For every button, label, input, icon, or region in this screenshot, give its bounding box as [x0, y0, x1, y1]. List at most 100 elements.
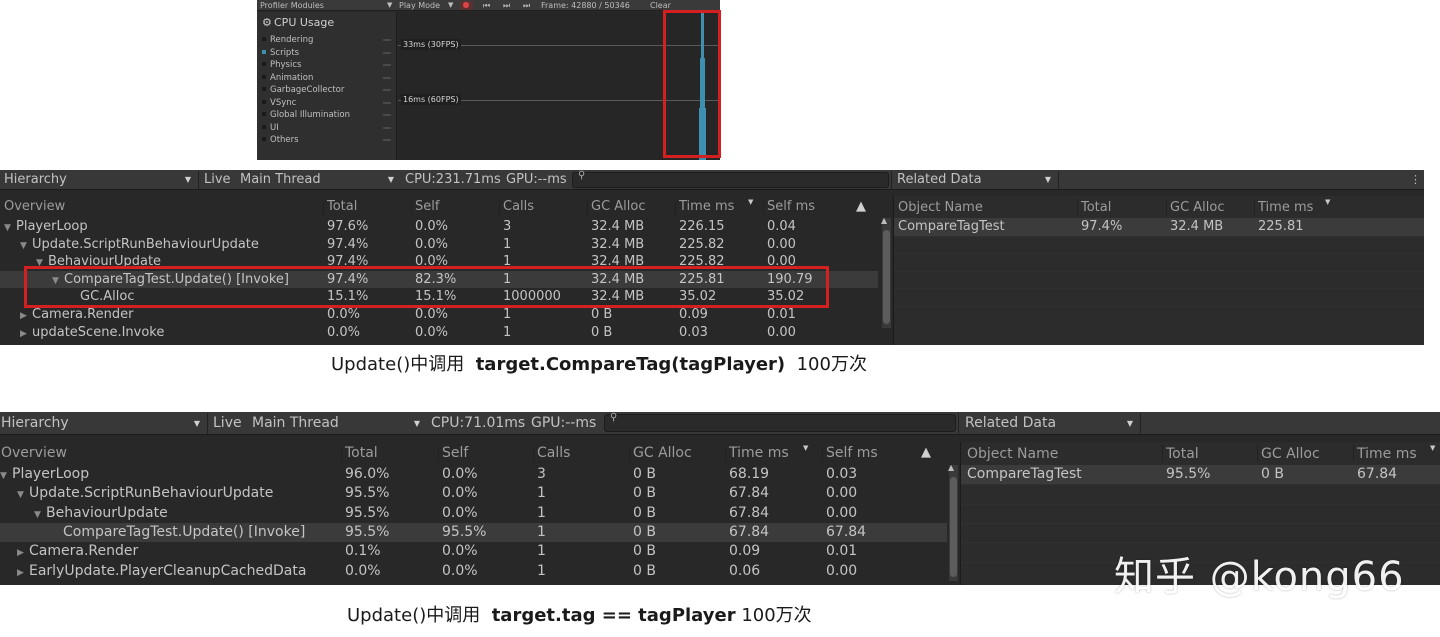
warning-icon[interactable]: ▲: [921, 442, 931, 464]
profiler-modules-dropdown[interactable]: Profiler Modules: [260, 0, 324, 11]
drag-handle-icon[interactable]: [383, 114, 391, 116]
vertical-scrollbar[interactable]: [882, 218, 891, 328]
related-column-header[interactable]: GC Alloc: [1261, 443, 1320, 465]
related-column-header[interactable]: Time ms: [1258, 197, 1313, 219]
column-divider[interactable]: [675, 199, 676, 216]
step-back-icon[interactable]: ⏮: [483, 0, 490, 11]
column-divider[interactable]: [1254, 199, 1255, 216]
table-row[interactable]: ▶ Camera.Render 0.0% 0.0% 1 0 B 0.09 0.01: [0, 306, 878, 324]
column-header[interactable]: Self: [442, 442, 468, 464]
column-divider[interactable]: [341, 445, 342, 462]
column-header[interactable]: GC Alloc: [633, 442, 692, 464]
vertical-scrollbar[interactable]: [949, 465, 958, 581]
column-divider[interactable]: [438, 445, 439, 462]
column-divider[interactable]: [499, 199, 500, 216]
table-row[interactable]: ▼ PlayerLoop 97.6% 0.0% 3 32.4 MB 226.15 0.04: [0, 218, 878, 236]
related-column-header[interactable]: Time ms: [1357, 443, 1417, 465]
column-header[interactable]: Total: [345, 442, 378, 464]
column-divider[interactable]: [725, 445, 726, 462]
table-row[interactable]: ▼ PlayerLoop 96.0% 0.0% 3 0 B 68.19 0.03: [0, 465, 947, 484]
related-data-dropdown[interactable]: Related Data: [893, 170, 1057, 190]
thread-dropdown[interactable]: Main Thread: [248, 412, 426, 435]
column-divider[interactable]: [533, 445, 534, 462]
table-row[interactable]: ▼ Update.ScriptRunBehaviourUpdate 97.4% 0.0…: [0, 236, 878, 254]
scrollbar-thumb[interactable]: [883, 230, 890, 324]
column-divider[interactable]: [1162, 445, 1163, 462]
cpu-category-item[interactable]: VSync: [262, 97, 395, 109]
column-header[interactable]: GC Alloc: [591, 196, 646, 218]
column-divider[interactable]: [411, 199, 412, 216]
column-header[interactable]: Calls: [537, 442, 570, 464]
warning-icon[interactable]: ▲: [856, 196, 866, 218]
drag-handle-icon[interactable]: [383, 64, 391, 66]
related-column-header[interactable]: GC Alloc: [1170, 197, 1225, 219]
column-header[interactable]: Self ms: [826, 442, 878, 464]
record-button[interactable]: [460, 1, 473, 10]
column-header[interactable]: Calls: [503, 196, 534, 218]
column-divider[interactable]: [587, 199, 588, 216]
view-dropdown[interactable]: Hierarchy: [0, 412, 206, 435]
cpu-category-item[interactable]: Rendering: [262, 34, 395, 46]
related-data-dropdown[interactable]: Related Data: [961, 412, 1139, 435]
related-column-header[interactable]: Object Name: [967, 443, 1058, 465]
play-mode-dropdown[interactable]: Play Mode: [399, 0, 440, 11]
thread-dropdown[interactable]: Main Thread: [237, 170, 400, 190]
column-divider[interactable]: [822, 445, 823, 462]
cpu-category-item[interactable]: Physics: [262, 59, 395, 71]
live-toggle[interactable]: Live: [213, 412, 242, 435]
related-row[interactable]: CompareTagTest 95.5% 0 B 67.84: [961, 465, 1440, 485]
table-row[interactable]: ▶ Camera.Render 0.1% 0.0% 1 0 B 0.09 0.01: [0, 542, 947, 561]
table-row[interactable]: ▼ BehaviourUpdate 95.5% 0.0% 1 0 B 67.84 0.00: [0, 504, 947, 523]
collapse-arrow-icon[interactable]: ▶: [17, 564, 29, 583]
live-toggle[interactable]: Live: [204, 170, 231, 190]
table-row[interactable]: ▼ Update.ScriptRunBehaviourUpdate 95.5% 0.0…: [0, 484, 947, 503]
view-dropdown[interactable]: Hierarchy: [0, 170, 197, 190]
related-column-header[interactable]: Total: [1081, 197, 1111, 219]
cpu-category-item[interactable]: UI: [262, 122, 395, 134]
column-header[interactable]: Self: [415, 196, 439, 218]
column-divider[interactable]: [1257, 445, 1258, 462]
table-row[interactable]: ▶ EarlyUpdate.PlayerCleanupCachedData 0.0%…: [0, 562, 947, 581]
column-divider[interactable]: [763, 199, 764, 216]
column-header[interactable]: Overview: [1, 442, 67, 464]
more-options-icon[interactable]: ⋮: [1410, 170, 1421, 190]
column-divider[interactable]: [1166, 199, 1167, 216]
cpu-category-item[interactable]: Others: [262, 134, 395, 146]
cpu-category-item[interactable]: Animation: [262, 72, 395, 84]
column-divider[interactable]: [323, 199, 324, 216]
search-input[interactable]: ⚲: [572, 170, 889, 188]
drag-handle-icon[interactable]: [383, 39, 391, 41]
related-column-header[interactable]: Total: [1166, 443, 1199, 465]
last-frame-icon[interactable]: ⏭: [523, 0, 530, 11]
step-forward-icon[interactable]: ⏭: [503, 0, 510, 11]
cpu-category-item[interactable]: GarbageCollector: [262, 84, 395, 96]
related-column-header[interactable]: Object Name: [898, 197, 983, 219]
scrollbar-thumb[interactable]: [950, 477, 957, 577]
drag-handle-icon[interactable]: [383, 139, 391, 141]
column-header[interactable]: Self ms: [767, 196, 815, 218]
column-divider[interactable]: [1077, 199, 1078, 216]
drag-handle-icon[interactable]: [383, 51, 391, 54]
cpu-category-item[interactable]: Scripts: [262, 47, 395, 59]
scroll-up-icon[interactable]: ▲: [881, 216, 887, 225]
cpu-category-item[interactable]: Global Illumination: [262, 109, 395, 121]
column-header[interactable]: Time ms: [729, 442, 789, 464]
table-row[interactable]: ▶ updateScene.Invoke 0.0% 0.0% 1 0 B 0.03 0.00: [0, 324, 878, 342]
related-row[interactable]: CompareTagTest 97.4% 32.4 MB 225.81: [894, 218, 1424, 236]
drag-handle-icon[interactable]: [383, 126, 391, 129]
gpu-time-readout: GPU:--ms: [531, 415, 597, 431]
search-input[interactable]: ⚲: [604, 412, 956, 432]
cell-calls: 1: [503, 236, 512, 252]
drag-handle-icon[interactable]: [383, 89, 391, 91]
drag-handle-icon[interactable]: [383, 76, 391, 79]
collapse-arrow-icon[interactable]: ▶: [20, 326, 32, 344]
column-divider[interactable]: [629, 445, 630, 462]
column-header[interactable]: Total: [327, 196, 357, 218]
column-header[interactable]: Time ms: [679, 196, 734, 218]
column-divider[interactable]: [1353, 445, 1354, 462]
drag-handle-icon[interactable]: [383, 101, 391, 104]
cpu-usage-title[interactable]: ⚙ CPU Usage: [262, 16, 334, 29]
column-header[interactable]: Overview: [4, 196, 65, 218]
scroll-up-icon[interactable]: ▲: [948, 463, 954, 472]
table-row[interactable]: CompareTagTest.Update() [Invoke] 95.5% 95.…: [0, 522, 947, 543]
